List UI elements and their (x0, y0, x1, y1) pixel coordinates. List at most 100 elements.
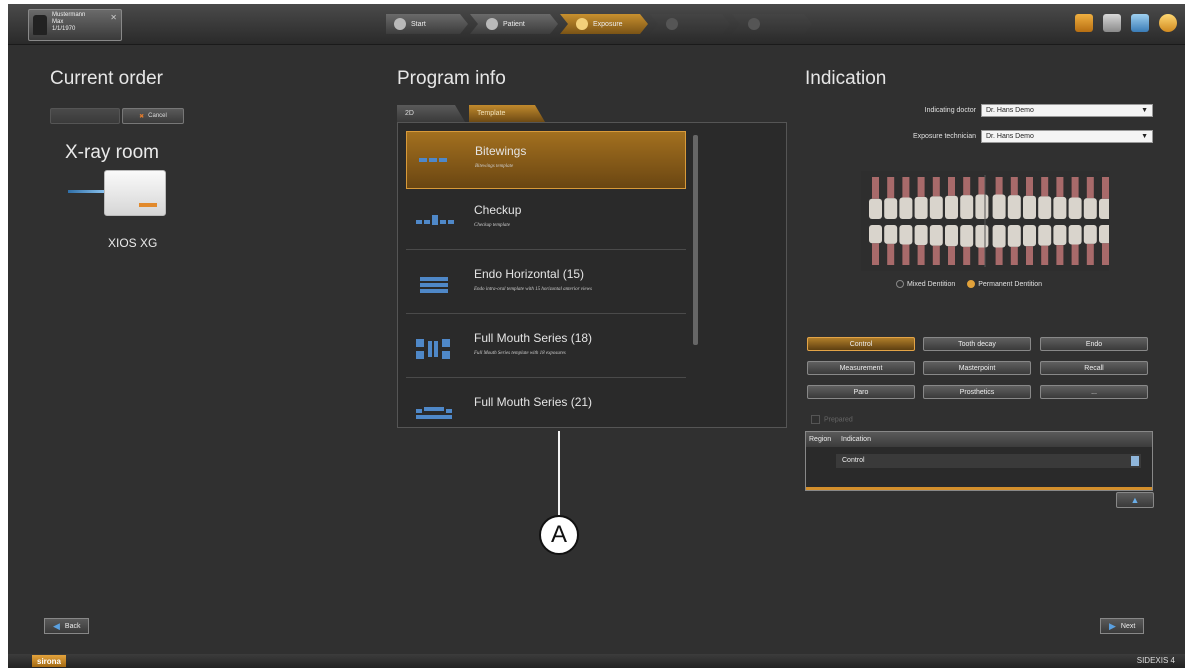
upper-tooth (1083, 198, 1097, 219)
upper-tooth (1099, 198, 1109, 219)
endo-thumbnail-icon (414, 275, 454, 295)
technician-value: Dr. Hans Demo (986, 133, 1034, 140)
upper-root (1071, 177, 1079, 198)
step-start-label: Start (411, 20, 426, 28)
folder-icon[interactable] (1075, 14, 1093, 32)
radio-permanent (967, 280, 976, 288)
move-up-button[interactable]: ▲ (1116, 492, 1154, 508)
upper-root (1102, 177, 1109, 199)
lower-root (932, 245, 940, 265)
monitor-icon[interactable] (1131, 14, 1149, 32)
callout-label: A (539, 515, 579, 555)
lower-root (872, 243, 879, 265)
checkup-thumbnail-icon (414, 211, 454, 231)
prepared-checkbox[interactable]: Prepared (811, 415, 853, 424)
lower-tooth (992, 225, 1006, 248)
item-name: Endo Horizontal (15) (474, 267, 585, 281)
help-icon[interactable] (1159, 14, 1177, 32)
doctor-select[interactable]: Dr. Hans Demo ▼ (981, 104, 1153, 117)
arrow-left-icon: ◀ (53, 620, 60, 631)
device-name: XIOS XG (108, 236, 158, 250)
list-item-bitewings[interactable]: Bitewings Bitewings template (406, 131, 686, 189)
lower-root (948, 246, 955, 265)
patient-card[interactable]: Mustermann Max 1/1/1970 ✕ (28, 9, 122, 41)
patient-avatar-icon (33, 15, 47, 35)
checkbox-icon (811, 415, 820, 424)
tab-template[interactable]: Template (469, 105, 545, 122)
table-header: Region Indication (806, 432, 1152, 447)
mixed-label: Mixed Dentition (907, 280, 956, 288)
tab-2d[interactable]: 2D (397, 105, 465, 122)
delete-icon[interactable] (1131, 456, 1139, 466)
step-5 (732, 14, 812, 34)
step-exposure[interactable]: Exposure (560, 14, 648, 34)
lower-tooth (884, 225, 898, 244)
item-name: Full Mouth Series (18) (474, 331, 593, 345)
product-name: SIDEXIS 4 (1136, 656, 1175, 665)
lower-root (995, 247, 1003, 265)
lower-root (1041, 245, 1049, 265)
close-patient-icon[interactable]: ✕ (110, 13, 117, 22)
row-indication: Control (842, 457, 865, 464)
permanent-dentition-option[interactable]: Permanent Dentition (967, 280, 1042, 288)
next-button[interactable]: ▶ Next (1100, 618, 1145, 634)
upper-root (1026, 177, 1033, 196)
next-label: Next (1120, 622, 1136, 630)
upper-root (995, 177, 1003, 195)
dental-chart[interactable] (861, 171, 1109, 271)
exposure-icon (576, 18, 588, 30)
indication-button-recall[interactable]: Recall (1040, 361, 1148, 375)
indication-button-more[interactable]: ... (1040, 385, 1148, 399)
callout-line (558, 431, 560, 515)
step-exposure-label: Exposure (593, 20, 623, 28)
lower-root (1056, 245, 1064, 265)
indication-heading: Indication (805, 68, 887, 89)
template-list: Bitewings Bitewings template Checkup Che… (397, 122, 787, 428)
indication-button-prosthetics[interactable]: Prosthetics (923, 385, 1031, 399)
indication-button-paro[interactable]: Paro (807, 385, 915, 399)
lower-tooth (960, 225, 974, 247)
indication-button-control[interactable]: Control (807, 337, 915, 351)
upper-tooth (1038, 196, 1052, 219)
cancel-button[interactable]: ✖ Cancel (122, 108, 184, 124)
upper-tooth (1007, 195, 1021, 219)
upper-root (1086, 177, 1094, 199)
start-order-button[interactable] (50, 108, 120, 124)
technician-label: Exposure technician (912, 133, 976, 140)
upper-tooth (899, 197, 913, 219)
list-item-checkup[interactable]: Checkup Checkup template (406, 191, 686, 250)
upper-root (1010, 177, 1018, 196)
step-start[interactable]: Start (386, 14, 468, 34)
list-item-fms-18[interactable]: Full Mouth Series (18) Full Mouth Series… (406, 319, 686, 378)
list-scrollbar[interactable] (693, 135, 698, 345)
step-4 (650, 14, 730, 34)
indication-button-measurement[interactable]: Measurement (807, 361, 915, 375)
lower-tooth (1053, 225, 1067, 246)
lower-root (1010, 246, 1018, 265)
indication-button-masterpoint[interactable]: Masterpoint (923, 361, 1031, 375)
mixed-dentition-option[interactable]: Mixed Dentition (896, 280, 955, 288)
prepared-label: Prepared (824, 416, 853, 424)
lower-tooth (945, 225, 958, 247)
lower-tooth (975, 225, 989, 248)
technician-select[interactable]: Dr. Hans Demo ▼ (981, 130, 1153, 143)
sensor-cable-icon (68, 190, 106, 193)
step-patient[interactable]: Patient (470, 14, 558, 34)
brand-logo: sirona (32, 655, 67, 667)
lower-tooth (914, 225, 928, 246)
device-icon[interactable] (1103, 14, 1121, 32)
lower-root (963, 246, 971, 265)
table-row[interactable]: Control (836, 454, 1141, 468)
item-name: Bitewings (475, 144, 527, 158)
list-item-fms-21[interactable]: Full Mouth Series (21) (406, 383, 686, 427)
list-item-endo-horizontal[interactable]: Endo Horizontal (15) Endo intra-oral tem… (406, 255, 686, 314)
lower-root (978, 247, 986, 265)
upper-tooth (869, 198, 882, 219)
indication-table: Region Indication Control (805, 431, 1153, 491)
back-button[interactable]: ◀ Back (44, 618, 90, 634)
indication-button-endo[interactable]: Endo (1040, 337, 1148, 351)
item-desc: Bitewings template (475, 164, 514, 169)
doctor-label: Indicating doctor (924, 107, 976, 114)
xray-sensor-device-icon[interactable] (104, 170, 166, 216)
indication-button-tooth-decay[interactable]: Tooth decay (923, 337, 1031, 351)
